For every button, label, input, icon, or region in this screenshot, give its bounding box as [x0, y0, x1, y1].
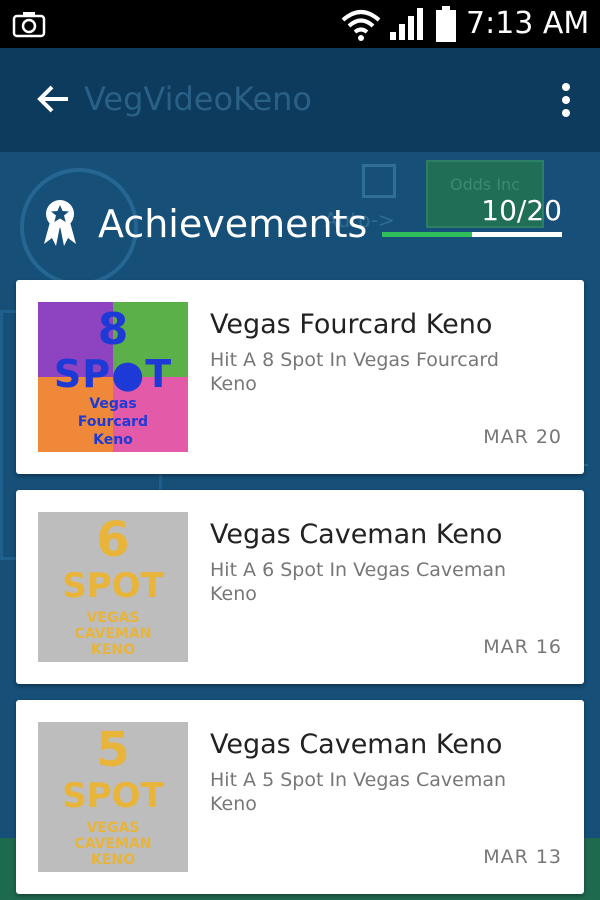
achievement-card[interactable]: 6 SPOT VEGAS CAVEMAN KENO Vegas Caveman …	[16, 490, 584, 684]
auto-checkbox	[362, 164, 396, 198]
overflow-menu-icon[interactable]	[556, 82, 576, 118]
cell-signal-icon	[390, 8, 423, 40]
achievement-ribbon-icon	[44, 200, 76, 246]
achievements-count: 10/20	[481, 194, 562, 227]
achievement-card[interactable]: 8 SP●T Vegas Fourcard Keno Vegas Fourcar…	[16, 280, 584, 474]
achievement-name: Vegas Fourcard Keno	[210, 309, 493, 340]
achievement-name: Vegas Caveman Keno	[210, 519, 503, 550]
achievements-progress-fill	[382, 232, 472, 237]
achievement-description: Hit A 5 Spot In Vegas Caveman Keno	[210, 769, 507, 815]
achievement-description: Hit A 6 Spot In Vegas Caveman Keno	[210, 559, 507, 605]
achievement-card[interactable]: 5 SPOT VEGAS CAVEMAN KENO Vegas Caveman …	[16, 700, 584, 894]
achievement-badge-image: 6 SPOT VEGAS CAVEMAN KENO	[38, 512, 188, 662]
status-time: 7:13 AM	[466, 6, 590, 41]
achievement-name: Vegas Caveman Keno	[210, 729, 503, 760]
achievements-progress-bar	[382, 232, 562, 237]
app-title: VegVideoKeno	[84, 80, 312, 118]
achievement-badge-image: 5 SPOT VEGAS CAVEMAN KENO	[38, 722, 188, 872]
back-arrow-icon[interactable]	[36, 82, 70, 116]
screenshot-camera-icon	[12, 12, 46, 38]
achievements-header: Achievements 10/20	[40, 196, 566, 256]
achievement-date: MAR 13	[483, 846, 562, 868]
wifi-icon	[341, 10, 381, 41]
status-bar: 7:13 AM	[0, 0, 600, 48]
battery-icon	[436, 6, 456, 42]
achievement-date: MAR 20	[483, 426, 562, 448]
achievement-description: Hit A 8 Spot In Vegas Fourcard Keno	[210, 349, 499, 395]
achievement-badge-image: 8 SP●T Vegas Fourcard Keno	[38, 302, 188, 452]
achievements-title: Achievements	[98, 202, 368, 246]
achievement-date: MAR 16	[483, 636, 562, 658]
